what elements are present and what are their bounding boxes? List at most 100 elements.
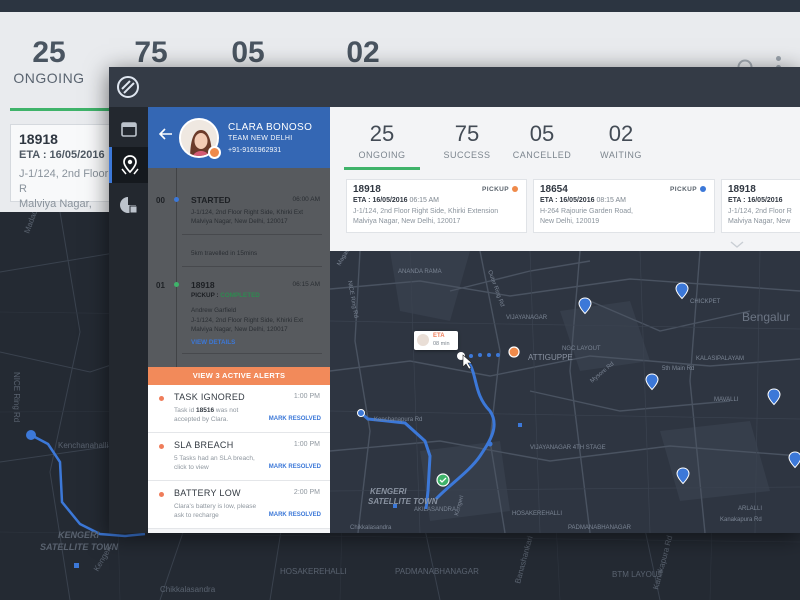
agent-phone: +91-9161962931 <box>228 147 282 154</box>
divider <box>182 353 322 354</box>
timeline-index: 00 <box>156 196 165 205</box>
agent-panel: CLARA BONOSO TEAM NEW DELHI +91-91619629… <box>148 107 330 533</box>
order-type: PICKUP <box>482 186 518 193</box>
stat-value: 75 <box>454 121 480 146</box>
map-label: Bengalur <box>742 310 790 324</box>
map-label: Chikkalasandra <box>160 585 216 594</box>
timeline-dot <box>174 282 179 287</box>
map-label: PADMANABHANAGAR <box>568 525 632 531</box>
orders-panel: 25 ONGOING 75 SUCCESS 05 CANCELLED 02 WA… <box>330 107 800 251</box>
bg-stat-cancelled: 05 <box>203 36 293 70</box>
map-label: PADMANABHANAGAR <box>395 567 479 576</box>
timeline-time: 06:15 AM <box>292 281 320 288</box>
order-eta-date: ETA : 16/05/2016 <box>353 197 408 204</box>
active-stat-indicator <box>344 167 420 170</box>
map-label: VIJAYANAGAR <box>506 315 548 321</box>
bg-stat-success: 75 <box>106 36 196 70</box>
map-label: Kenchanapura Rd <box>374 417 422 423</box>
alert-description: Task id 18516 was not accepted by Clara. <box>174 406 266 424</box>
order-eta-time: 06:15 AM <box>409 197 440 204</box>
mark-resolved-button[interactable]: MARK RESOLVED <box>269 416 321 422</box>
status-badge <box>208 146 221 159</box>
bg-stat-value: 75 <box>134 36 168 69</box>
agent-header: CLARA BONOSO TEAM NEW DELHI +91-91619629… <box>148 107 330 168</box>
map-label: KENGERI <box>370 487 407 496</box>
avatar <box>417 334 429 346</box>
map-label: Kenchanahalli <box>58 441 108 450</box>
stat-success[interactable]: 75 SUCCESS <box>430 121 504 160</box>
mark-resolved-button[interactable]: MARK RESOLVED <box>269 464 321 470</box>
chevron-down-icon[interactable] <box>730 241 744 249</box>
bg-stat-value: 02 <box>346 36 380 69</box>
order-card[interactable]: 18654 PICKUP ETA : 16/05/2016 08:15 AM H… <box>533 179 715 233</box>
order-address: H-264 Rajourie Garden Road, New Delhi, 1… <box>540 207 708 227</box>
eta-marker-tag[interactable]: ETA 08 min <box>414 331 458 350</box>
bg-order-eta: ETA : 16/05/2016 <box>19 149 105 161</box>
bg-stat-waiting: 02 <box>318 36 408 70</box>
map-label: HOSAKEREHALLI <box>512 511 562 517</box>
timeline-time: 06:00 AM <box>292 196 320 203</box>
order-eta: ETA : 16/05/2016 <box>728 197 794 204</box>
timeline-index: 01 <box>156 281 165 290</box>
map-label: ATTIGUPPE <box>528 353 573 362</box>
map-label: KALASIPALAYAM <box>696 356 744 362</box>
timeline-address: Malviya Nagar, New Delhi, 120017 <box>191 218 288 225</box>
bg-stat-underline <box>10 108 110 111</box>
map-label: ANANDA RAMA <box>398 269 442 275</box>
alert-item: TASK IGNORED 1:00 PM Task id 18516 was n… <box>148 385 330 433</box>
stat-value: 25 <box>369 121 395 146</box>
stat-label: ONGOING <box>358 150 406 160</box>
map-label: ARLALLI <box>738 506 762 512</box>
alert-item: BATTERY LOW 2:00 PM Clara's battery is l… <box>148 481 330 529</box>
bg-stat-value: 05 <box>231 36 265 69</box>
map-label: Chikkalasandra <box>350 525 392 531</box>
bg-stat-ongoing: 25 ONGOING <box>4 36 94 86</box>
task-timeline: 00 STARTED 06:00 AM J-1/124, 2nd Floor R… <box>148 168 330 367</box>
timeline-address: J-1/124, 2nd Floor Right Side, Khirki Ex… <box>191 209 303 216</box>
stat-value: 02 <box>608 121 634 146</box>
nav-reports[interactable] <box>109 187 148 223</box>
order-address-line: J-1/124, 2nd Floor R <box>728 208 792 215</box>
order-eta-date: ETA : 16/05/2016 <box>728 197 783 204</box>
background-topbar <box>0 0 800 12</box>
map-canvas[interactable]: ANANDA RAMA Magadi Rd NICE Ring Rd Outer… <box>330 251 800 533</box>
order-card[interactable]: 18918 ETA : 16/05/2016 J-1/124, 2nd Floo… <box>721 179 800 233</box>
timeline-dot <box>174 197 179 202</box>
back-arrow-icon[interactable] <box>159 128 173 140</box>
map-view[interactable]: ANANDA RAMA Magadi Rd NICE Ring Rd Outer… <box>330 251 800 533</box>
order-address-line: H-264 Rajourie Garden Road, <box>540 208 633 215</box>
calendar-icon <box>120 122 137 137</box>
map-label: MAVALLI <box>714 397 739 403</box>
stat-cancelled[interactable]: 05 CANCELLED <box>502 121 582 160</box>
logo-icon <box>117 76 139 98</box>
timeline-title: 18918 <box>191 280 215 290</box>
timeline-travel: 5km travelled in 15mins <box>191 250 258 257</box>
order-card[interactable]: 18918 PICKUP ETA : 16/05/2016 06:15 AM J… <box>346 179 527 233</box>
order-type-dot <box>700 186 706 192</box>
nav-agent-tracking[interactable] <box>109 147 148 183</box>
order-address: J-1/124, 2nd Floor Right Side, Khirki Ex… <box>353 207 520 227</box>
map-label: CHICKPET <box>690 299 721 305</box>
mark-resolved-button[interactable]: MARK RESOLVED <box>269 512 321 518</box>
agent-tracking-window: CLARA BONOSO TEAM NEW DELHI +91-91619629… <box>109 67 800 533</box>
nav-calendar[interactable] <box>109 111 148 147</box>
alert-title: TASK IGNORED <box>174 392 245 402</box>
divider <box>182 266 322 267</box>
view-details-link[interactable]: VIEW DETAILS <box>191 338 235 347</box>
stat-ongoing[interactable]: 25 ONGOING <box>344 121 420 160</box>
stat-waiting[interactable]: 02 WAITING <box>586 121 656 160</box>
order-eta-date: ETA : 16/05/2016 <box>540 197 595 204</box>
window-topbar <box>109 67 800 107</box>
bg-stat-value: 25 <box>32 36 66 69</box>
bg-order-address-line: J-1/124, 2nd Floor R <box>19 168 109 195</box>
alert-dot <box>159 444 164 449</box>
view-alerts-button[interactable]: VIEW 3 ACTIVE ALERTS <box>148 367 330 385</box>
order-type: PICKUP <box>670 186 706 193</box>
map-label: 5th Main Rd <box>662 366 694 372</box>
alert-time: 1:00 PM <box>293 441 320 448</box>
map-label: HOSAKEREHALLI <box>280 567 347 576</box>
order-address-line: New Delhi, 120019 <box>540 218 600 225</box>
eta-minutes: 08 min <box>433 341 450 347</box>
agent-name: CLARA BONOSO <box>228 122 313 133</box>
order-address-line: Malviya Nagar, New <box>728 218 791 225</box>
